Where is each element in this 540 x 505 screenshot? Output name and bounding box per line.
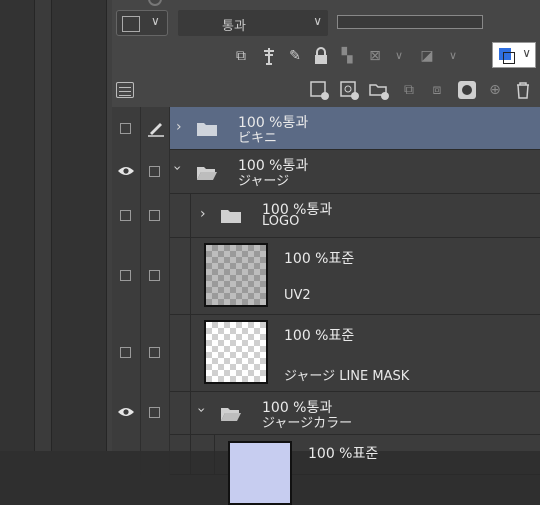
edit-target-checkbox[interactable] xyxy=(149,270,160,281)
chevron-down-icon[interactable]: ∨ xyxy=(388,45,410,67)
reference-layer-icon[interactable] xyxy=(258,45,280,67)
apply-mask-icon[interactable] xyxy=(456,79,478,101)
chevron-down-icon[interactable]: › xyxy=(193,407,209,413)
chevron-right-icon[interactable]: › xyxy=(176,119,182,135)
edit-target-cell[interactable] xyxy=(141,107,170,150)
visibility-checkbox[interactable] xyxy=(120,347,131,358)
chevron-down-icon: ∨ xyxy=(313,14,322,28)
layer-body[interactable]: › 100 %통과 LOGO xyxy=(170,194,540,238)
edit-target-cell[interactable] xyxy=(141,315,170,392)
layer-row[interactable]: › 100 %통과 ジャージカラー xyxy=(112,392,540,435)
transfer-to-lower-icon[interactable]: ⧉ xyxy=(398,79,420,101)
layer-name: ジャージ LINE MASK xyxy=(284,369,410,384)
layer-name: ジャージカラー xyxy=(262,416,353,431)
edit-target-cell[interactable] xyxy=(141,392,170,435)
scrollbar-track[interactable] xyxy=(34,0,52,451)
folder-open-icon xyxy=(197,167,217,180)
layer-mode: 100 %표준 xyxy=(284,328,355,344)
layer-body[interactable]: 100 %표준 UV2 xyxy=(170,238,540,315)
eye-icon[interactable] xyxy=(117,165,135,177)
layer-body[interactable]: 100 %표준 xyxy=(170,435,540,505)
chevron-down-icon: ∨ xyxy=(522,46,531,60)
visibility-cell[interactable] xyxy=(112,435,141,475)
indent-guide xyxy=(190,392,540,434)
layer-row[interactable]: 100 %표준 xyxy=(112,435,540,505)
layer-row[interactable]: 100 %표준 UV2 xyxy=(112,238,540,315)
layer-thumbnail xyxy=(204,243,268,307)
layer-thumbnail xyxy=(204,320,268,384)
canvas-side-strip xyxy=(0,0,113,451)
edit-target-checkbox[interactable] xyxy=(149,407,160,418)
layer-menu-icon[interactable] xyxy=(116,82,134,98)
panel-grip-icon xyxy=(148,0,162,6)
lock-transparency-icon[interactable]: ▚ xyxy=(336,45,358,67)
edit-target-cell[interactable] xyxy=(141,150,170,194)
edit-target-checkbox[interactable] xyxy=(149,210,160,221)
sub-color-swatch xyxy=(503,52,515,64)
layer-row[interactable]: › 100 %통과 ジャージ xyxy=(112,150,540,194)
layer-row[interactable]: › 100 %통과 ビキニ xyxy=(112,107,540,150)
edit-target-cell[interactable] xyxy=(141,435,170,475)
chevron-right-icon[interactable]: › xyxy=(200,206,206,222)
draft-layer-icon[interactable]: ✎ xyxy=(284,45,306,67)
layer-list: › 100 %통과 ビキニ › 100 %통과 ジャージ › 100 %통과 L… xyxy=(112,107,540,505)
new-vector-layer-icon[interactable] xyxy=(338,79,360,101)
layer-panel: ∨ 통과 ∨ ⧉ ✎ ▚ ⊠ ∨ ◪ ∨ ∨ ⧉ ⧈ ⊕ › 100 %통과 ビ… xyxy=(112,0,540,505)
layer-name: ビキニ xyxy=(238,131,278,146)
folder-icon xyxy=(197,123,217,136)
indent-guide xyxy=(190,194,540,237)
merge-lower-icon[interactable]: ⧈ xyxy=(426,79,448,101)
chevron-down-icon: ∨ xyxy=(151,14,160,28)
layer-row[interactable]: 100 %표준 ジャージ LINE MASK xyxy=(112,315,540,392)
layer-mode: 100 %표준 xyxy=(284,251,355,267)
edit-target-cell[interactable] xyxy=(141,194,170,238)
create-mask-icon[interactable]: ⊕ xyxy=(484,79,506,101)
pen-icon xyxy=(148,123,164,137)
lock-layer-icon[interactable] xyxy=(310,45,332,67)
new-raster-layer-icon[interactable] xyxy=(308,79,330,101)
blend-mode-value: 통과 xyxy=(222,19,246,34)
edit-target-checkbox[interactable] xyxy=(149,166,160,177)
layer-row[interactable]: › 100 %통과 LOGO xyxy=(112,194,540,238)
layer-body[interactable]: 100 %표준 ジャージ LINE MASK xyxy=(170,315,540,392)
folder-icon xyxy=(221,210,241,223)
chevron-down-icon[interactable]: › xyxy=(169,165,185,171)
visibility-cell[interactable] xyxy=(112,150,141,194)
visibility-cell[interactable] xyxy=(112,315,141,392)
visibility-checkbox[interactable] xyxy=(120,123,131,134)
delete-layer-icon[interactable] xyxy=(512,79,534,101)
eye-icon[interactable] xyxy=(117,406,135,418)
layer-property-bar: ∨ 통과 ∨ xyxy=(112,0,540,44)
layer-action-toolbar: ⧉ ⧈ ⊕ xyxy=(112,74,540,106)
chevron-down-icon[interactable]: ∨ xyxy=(442,45,464,67)
visibility-checkbox[interactable] xyxy=(120,270,131,281)
layer-toggle-toolbar: ⧉ ✎ ▚ ⊠ ∨ ◪ ∨ ∨ xyxy=(112,40,540,72)
layer-color-button[interactable]: ∨ xyxy=(492,42,536,68)
visibility-cell[interactable] xyxy=(112,238,141,315)
visibility-cell[interactable] xyxy=(112,107,141,150)
layer-mode: 100 %표준 xyxy=(308,446,379,462)
clip-lower-layer-icon[interactable]: ⧉ xyxy=(230,45,252,67)
folder-open-icon xyxy=(221,408,241,421)
layer-name: UV2 xyxy=(284,288,311,303)
ruler-enable-icon[interactable]: ◪ xyxy=(416,45,438,67)
layer-body[interactable]: › 100 %통과 ジャージカラー xyxy=(170,392,540,435)
visibility-cell[interactable] xyxy=(112,392,141,435)
new-folder-icon[interactable] xyxy=(368,79,390,101)
color-square-icon xyxy=(122,16,140,32)
visibility-cell[interactable] xyxy=(112,194,141,238)
expression-color-dropdown[interactable]: ∨ xyxy=(116,10,168,36)
layer-body[interactable]: › 100 %통과 ビキニ xyxy=(170,107,540,150)
edit-target-checkbox[interactable] xyxy=(149,347,160,358)
edit-target-cell[interactable] xyxy=(141,238,170,315)
blend-mode-select[interactable]: 통과 ∨ xyxy=(178,10,328,36)
opacity-slider[interactable] xyxy=(337,15,483,29)
visibility-checkbox[interactable] xyxy=(120,210,131,221)
layer-name: ジャージ xyxy=(238,174,290,189)
mask-enable-icon[interactable]: ⊠ xyxy=(364,45,386,67)
layer-body[interactable]: › 100 %통과 ジャージ xyxy=(169,150,540,194)
layer-name: LOGO xyxy=(262,214,300,229)
